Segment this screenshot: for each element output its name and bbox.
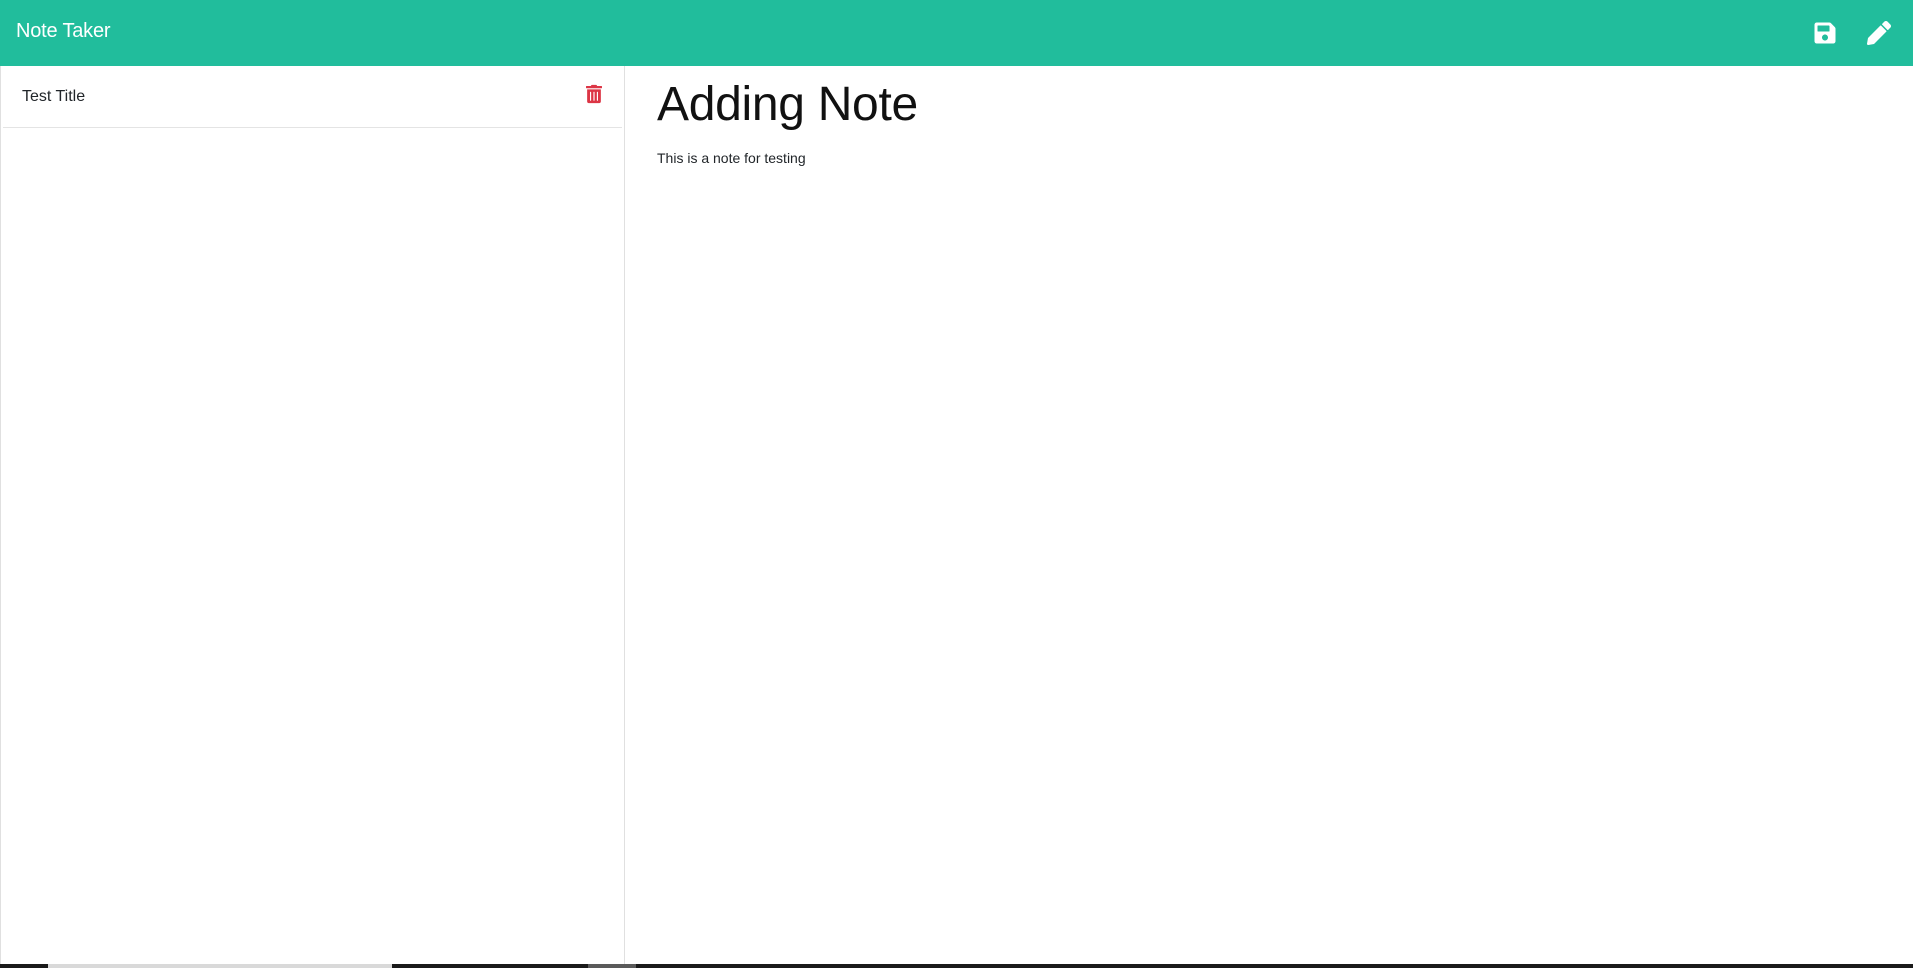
scrollbar-marker <box>588 964 636 968</box>
pencil-icon[interactable] <box>1866 20 1892 46</box>
notes-sidebar: Test Title <box>0 66 625 964</box>
list-item[interactable]: Test Title <box>3 66 622 128</box>
note-title-input[interactable] <box>657 76 1857 134</box>
note-editor: This is a note for testing <box>625 66 1913 964</box>
navbar-actions <box>1812 20 1892 46</box>
note-body-textarea[interactable]: This is a note for testing <box>657 148 1857 848</box>
save-icon[interactable] <box>1812 20 1838 46</box>
horizontal-scrollbar[interactable] <box>48 964 392 968</box>
trash-icon[interactable] <box>586 84 602 104</box>
navbar: Note Taker <box>0 0 1913 66</box>
note-item-title: Test Title <box>22 87 86 105</box>
app-title[interactable]: Note Taker <box>16 20 111 43</box>
